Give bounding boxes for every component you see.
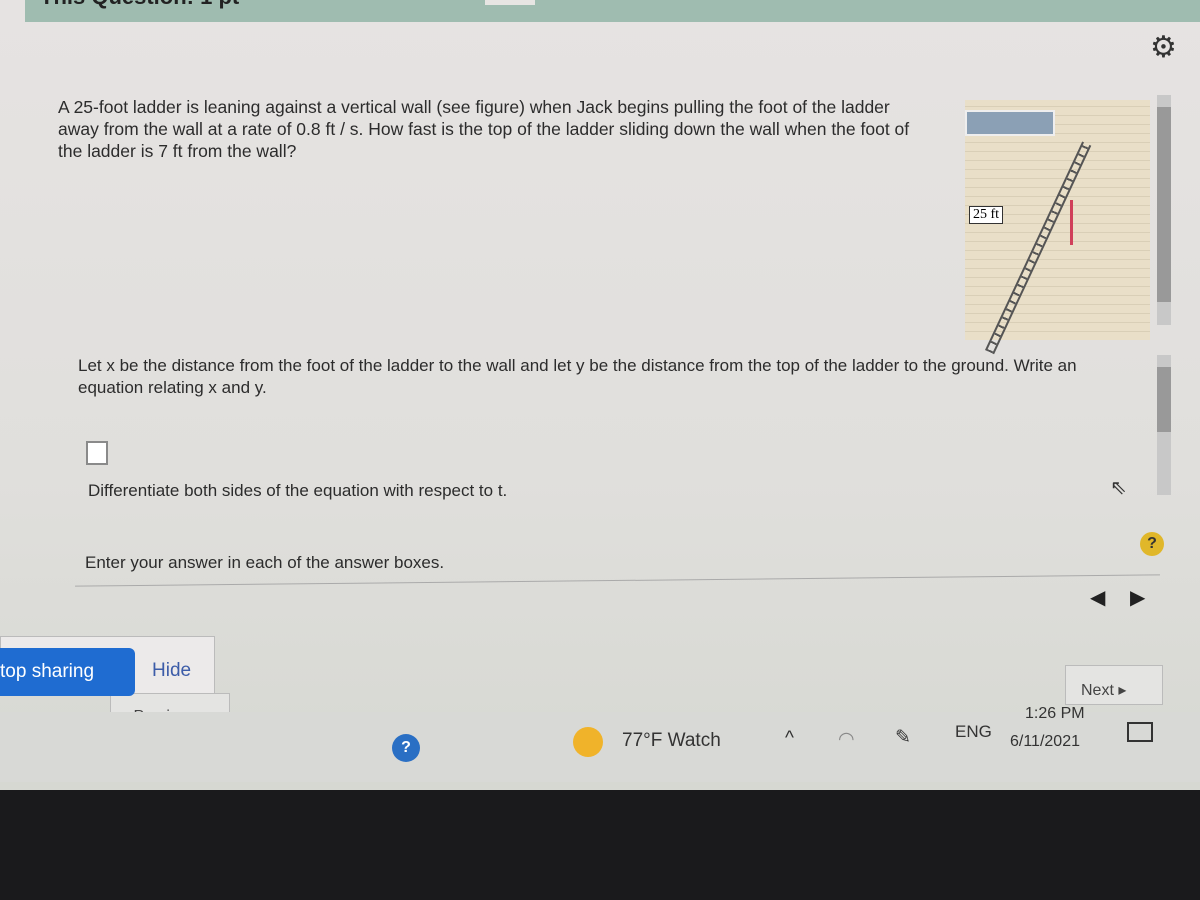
question-scrollbar[interactable] [1157, 95, 1171, 325]
equation-answer-box[interactable] [86, 441, 108, 465]
hide-button[interactable]: Hide [152, 660, 191, 682]
chevron-up-icon[interactable]: ^ [785, 728, 794, 750]
prev-part-arrow-icon[interactable]: ◀ [1090, 585, 1105, 610]
next-part-arrow-icon[interactable]: ▶ [1130, 585, 1145, 610]
answer-scrollbar[interactable] [1157, 355, 1171, 495]
question-text: A 25-foot ladder is leaning against a ve… [58, 97, 910, 161]
pen-icon[interactable]: ✎ [895, 726, 911, 749]
screen: This Question: 1 pt ⚙ A 25-foot ladder i… [0, 0, 1200, 790]
next-button[interactable]: Next ▸ [1065, 665, 1163, 705]
help-app-icon[interactable]: ? [392, 734, 420, 762]
weather-text[interactable]: 77°F Watch [622, 730, 721, 752]
divider [75, 574, 1160, 587]
wifi-icon[interactable]: ◠ [838, 728, 855, 751]
part-instruction: Let x be the distance from the foot of t… [78, 356, 1077, 397]
ladder-figure: 25 ft [965, 100, 1150, 355]
question-header: This Question: 1 pt [25, 0, 1200, 22]
ladder-image [985, 141, 1092, 355]
weather-sun-icon[interactable] [573, 727, 603, 757]
stop-sharing-button[interactable]: top sharing [0, 648, 135, 696]
clock-time[interactable]: 1:26 PM [1025, 705, 1085, 723]
question-points: This Question: 1 pt [40, 0, 239, 10]
toolbar-button[interactable] [485, 0, 535, 5]
clock-date[interactable]: 6/11/2021 [1010, 733, 1080, 751]
down-arrow-icon [1070, 200, 1073, 245]
notification-icon[interactable] [1127, 722, 1153, 742]
window-image [965, 110, 1055, 136]
differentiate-instruction: Differentiate both sides of the equation… [88, 481, 508, 500]
mouse-cursor-icon: ⇖ [1110, 477, 1127, 499]
gear-icon[interactable]: ⚙ [1150, 30, 1177, 65]
figure-label: 25 ft [969, 206, 1004, 224]
help-icon[interactable]: ? [1140, 532, 1164, 556]
language-indicator[interactable]: ENG [955, 722, 992, 742]
answer-instruction: Enter your answer in each of the answer … [85, 553, 445, 572]
